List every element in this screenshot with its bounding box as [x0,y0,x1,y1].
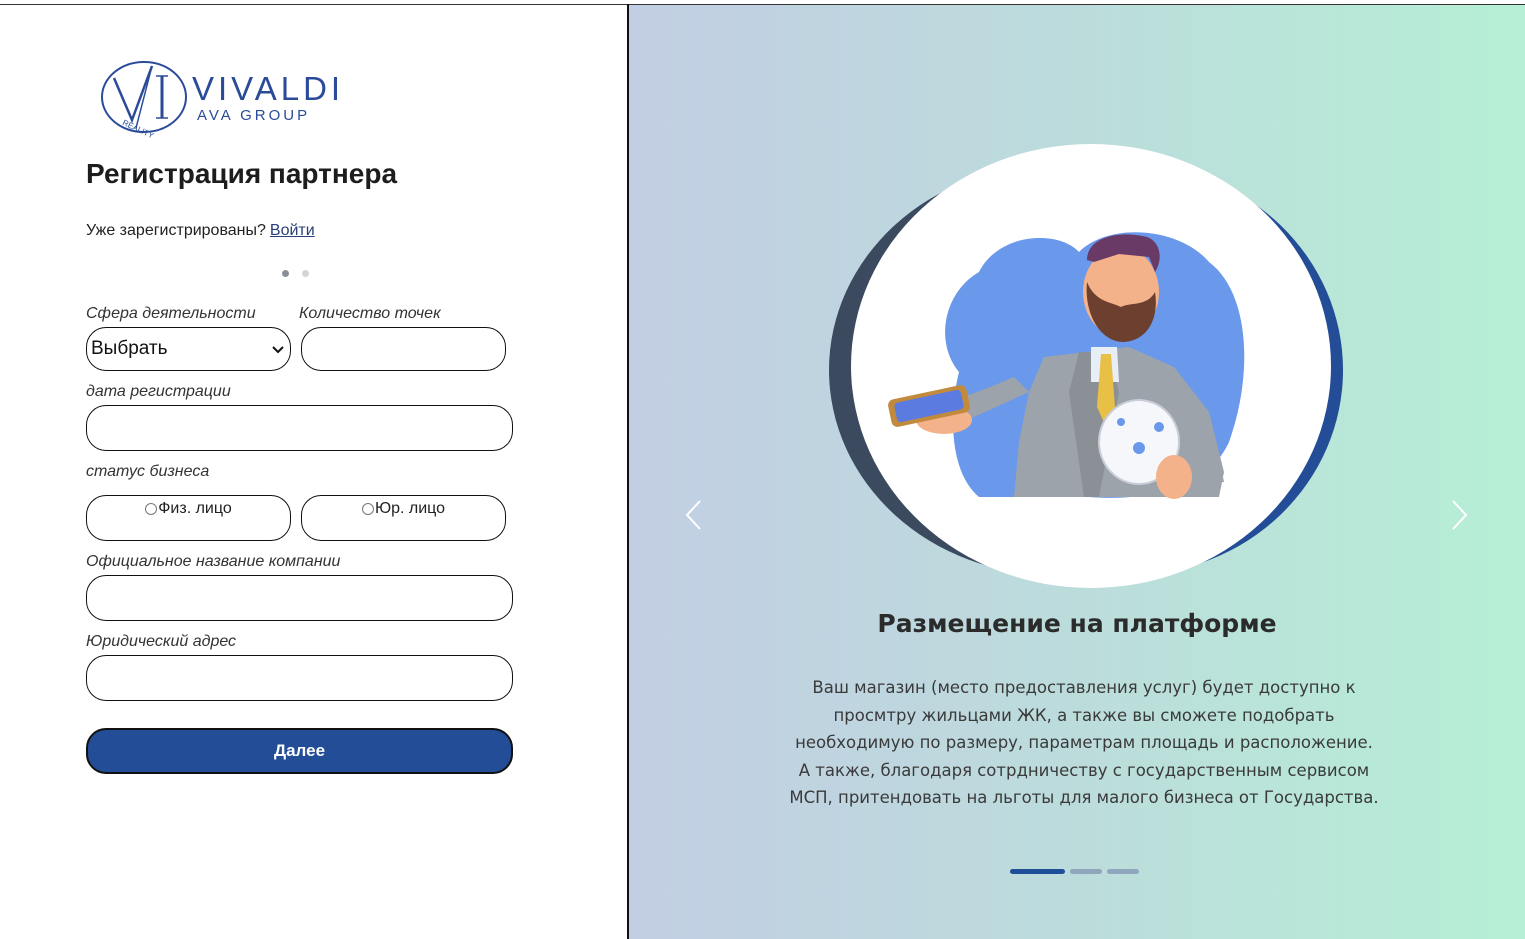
form-step-indicator [282,270,309,277]
step-dot-1 [282,270,289,277]
points-label: Количество точек [299,305,441,322]
step-dot-2 [302,270,309,277]
legal-address-label: Юридический адрес [86,633,237,650]
logo-group-name: AVA GROUP [197,107,311,124]
activity-select[interactable]: Выбрать [86,327,291,371]
radio-individual[interactable] [145,503,158,515]
logo-wordmark: VIVALDI [192,70,345,107]
logo-seal-icon: REALITY [101,61,187,138]
business-status-label: статус бизнеса [86,463,210,480]
carousel-indicator-3[interactable] [1107,869,1139,874]
info-carousel: Размещение на платформе Ваш магазин (мес… [629,5,1525,939]
login-link[interactable]: Войти [270,222,315,239]
businessman-illustration [829,144,1343,588]
status-legal-option[interactable]: Юр. лицо [301,495,506,541]
company-name-label: Официальное название компании [86,553,341,570]
status-legal-label: Юр. лицо [374,500,446,517]
vivaldi-logo: REALITY VIVALDI AVA GROUP [100,58,400,138]
registration-date-input[interactable] [86,405,513,451]
points-input[interactable] [301,327,506,371]
next-button[interactable]: Далее [86,728,513,774]
activity-label: Сфера деятельности [86,305,256,322]
company-name-input[interactable] [86,575,513,621]
slide-title: Размещение на платформе [877,609,1277,638]
carousel-indicator-2[interactable] [1070,869,1102,874]
radio-legal[interactable] [361,503,374,515]
status-individual-option[interactable]: Физ. лицо [86,495,291,541]
carousel-indicator-1[interactable] [1010,869,1065,874]
page-title: Регистрация партнера [86,158,398,189]
chevron-left-icon[interactable] [684,499,702,540]
chevron-down-icon [272,341,284,357]
slide-description: Ваш магазин (место предоставления услуг)… [789,678,1379,807]
already-registered-line: Уже зарегистрированы? Войти [86,222,315,240]
carousel-indicators [1010,869,1139,874]
date-label: дата регистрации [86,383,231,400]
status-individual-label: Физ. лицо [158,500,232,517]
activity-select-value: Выбрать [91,338,168,359]
chevron-right-icon[interactable] [1451,499,1469,540]
legal-address-input[interactable] [86,655,513,701]
already-registered-text: Уже зарегистрированы? [86,222,266,239]
